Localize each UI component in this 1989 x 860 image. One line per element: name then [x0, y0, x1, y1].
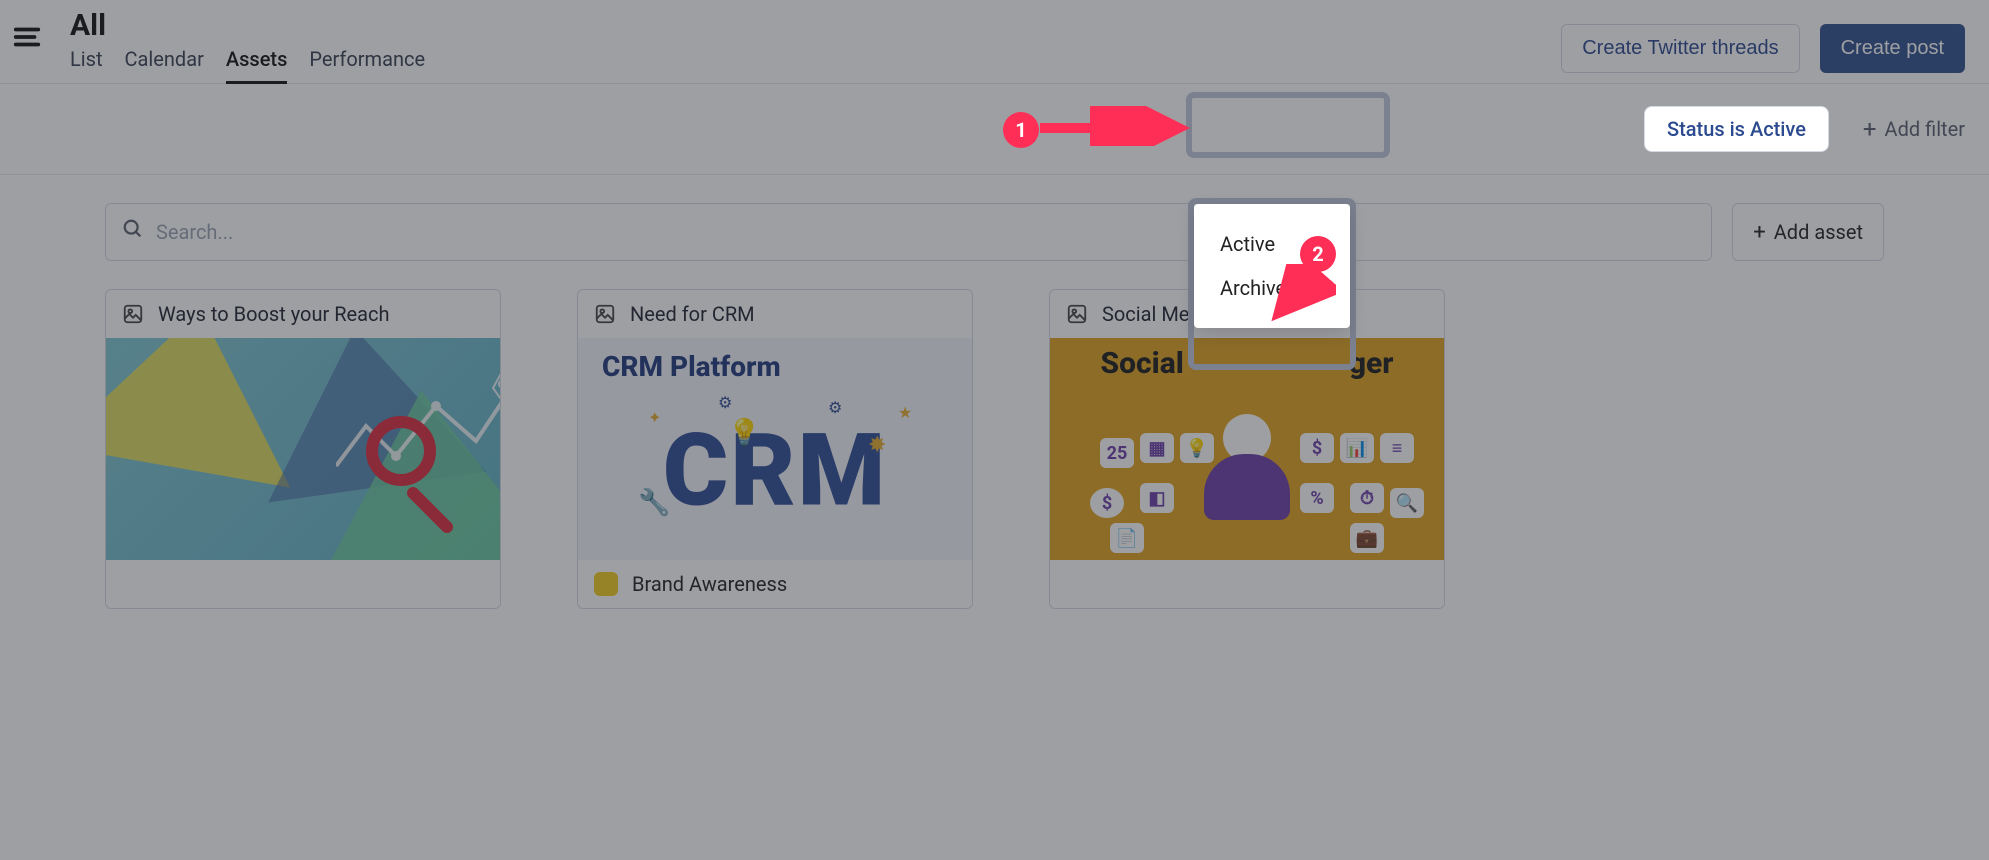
card-tag: Brand Awareness	[632, 572, 787, 596]
add-asset-label: Add asset	[1774, 220, 1863, 244]
content-area: Search... + Add asset Ways to Boost your…	[0, 175, 1989, 649]
card-title: Ways to Boost your Reach	[158, 302, 390, 326]
card-image: Social ger 25 ▦ 💡 $ 📊 ≡ $ ◧ %	[1050, 338, 1444, 560]
plus-icon: +	[1863, 119, 1877, 139]
filter-bar: Status is Active + Add filter	[0, 84, 1989, 175]
callout-arrow-2	[1266, 264, 1336, 344]
search-row: Search... + Add asset	[105, 203, 1884, 261]
search-placeholder: Search...	[156, 220, 233, 244]
callout-1: 1	[1003, 112, 1039, 148]
asset-card[interactable]: Social Me Social ger 25 ▦ 💡 $ 📊	[1049, 289, 1445, 609]
manager-illustration	[1204, 414, 1290, 520]
add-asset-button[interactable]: + Add asset	[1732, 203, 1884, 261]
tab-assets[interactable]: Assets	[226, 47, 288, 84]
card-header: Ways to Boost your Reach	[106, 290, 500, 338]
title-and-tabs: All List Calendar Assets Performance	[70, 8, 1561, 84]
header-actions: Create Twitter threads Create post	[1561, 8, 1965, 73]
create-post-button[interactable]: Create post	[1820, 24, 1965, 73]
callout-arrow-1	[1040, 106, 1210, 146]
image-icon	[122, 303, 144, 325]
image-icon	[594, 303, 616, 325]
card-footer: Brand Awareness	[578, 560, 972, 608]
tab-bar: List Calendar Assets Performance	[70, 47, 1561, 84]
card-artwork-headline: Social ger	[1050, 346, 1444, 381]
search-icon	[122, 218, 144, 246]
add-filter-button[interactable]: + Add filter	[1863, 117, 1965, 141]
image-icon	[1066, 303, 1088, 325]
create-twitter-threads-button[interactable]: Create Twitter threads	[1561, 24, 1799, 73]
asset-card[interactable]: Ways to Boost your Reach	[105, 289, 501, 609]
header: All List Calendar Assets Performance Cre…	[0, 0, 1989, 84]
add-filter-label: Add filter	[1885, 117, 1965, 141]
card-image	[106, 338, 500, 560]
asset-card[interactable]: Need for CRM CRM Platform CRM ✦ ⚙ ⚙ ★ 🔧 …	[577, 289, 973, 609]
page-title: All	[70, 8, 1561, 43]
card-title: Social Me	[1102, 302, 1189, 326]
tab-performance[interactable]: Performance	[309, 47, 425, 84]
status-filter-pill[interactable]: Status is Active	[1644, 106, 1829, 152]
tag-color-chip	[594, 572, 618, 596]
search-input[interactable]: Search...	[105, 203, 1712, 261]
plus-icon: +	[1753, 220, 1765, 245]
asset-cards: Ways to Boost your Reach	[105, 289, 1884, 609]
card-header: Need for CRM	[578, 290, 972, 338]
hamburger-menu-icon[interactable]	[12, 22, 48, 58]
tab-calendar[interactable]: Calendar	[125, 47, 204, 84]
card-image: CRM Platform CRM ✦ ⚙ ⚙ ★ 🔧 💡 ✸	[578, 338, 972, 560]
tab-list[interactable]: List	[70, 47, 103, 84]
callout-2: 2	[1300, 236, 1336, 272]
card-title: Need for CRM	[630, 302, 755, 326]
